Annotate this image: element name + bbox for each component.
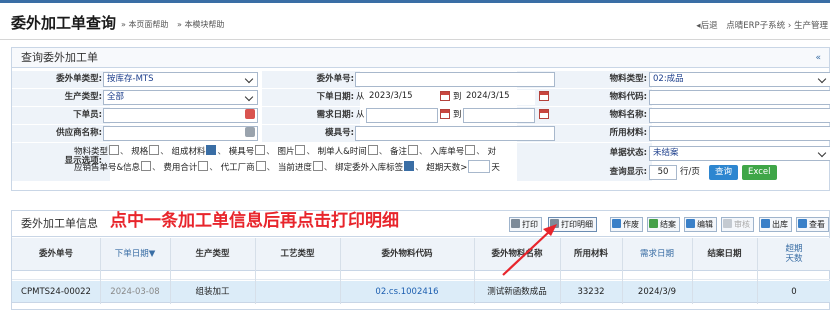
material-code-label: 物料代码: bbox=[609, 92, 647, 102]
order-type-select[interactable]: 按库存-MTS bbox=[103, 72, 258, 87]
excel-button[interactable]: Excel bbox=[742, 165, 777, 180]
edit-icon bbox=[686, 219, 695, 228]
collapse-icon[interactable]: « bbox=[815, 48, 821, 68]
used-material-input[interactable] bbox=[649, 126, 830, 141]
query-panel-title: 查询委外加工单 « bbox=[12, 48, 829, 68]
order-date-from-label: 从 bbox=[356, 92, 365, 102]
close-case-icon bbox=[649, 219, 658, 228]
view-button[interactable]: 查看 bbox=[796, 217, 829, 232]
page-unit-label: 行/页 bbox=[680, 167, 700, 177]
material-type-label: 物料类型: bbox=[609, 74, 647, 84]
order-date-label: 下单日期: bbox=[316, 92, 354, 102]
cell-material-code[interactable]: 02.cs.1002416 bbox=[340, 281, 474, 303]
order-date-to-label: 到 bbox=[453, 92, 462, 102]
result-panel: 委外加工单信息 点中一条加工单信息后再点击打印明细 打印 打印明细 作废 结案 … bbox=[11, 210, 830, 310]
result-panel-title: 委外加工单信息 bbox=[21, 217, 98, 230]
help-module-link[interactable]: » 本模块帮助 bbox=[177, 19, 224, 30]
query-row-2: 生产类型: 全部 下单日期: 从 2023/3/15 到 2024/3/15 物… bbox=[12, 89, 830, 106]
material-name-label: 物料名称: bbox=[609, 110, 647, 120]
material-type-select[interactable]: 02:成品 bbox=[649, 72, 830, 87]
used-material-label: 所用材料: bbox=[609, 128, 647, 138]
back-link[interactable]: ◂后退 bbox=[696, 21, 717, 31]
demand-date-to-label: 到 bbox=[453, 110, 462, 120]
supplier-input[interactable] bbox=[103, 126, 258, 141]
cell-order-no[interactable]: CPMTS24-00022 bbox=[12, 281, 100, 303]
query-display-label: 查询显示: bbox=[609, 167, 647, 177]
demand-date-from-input[interactable] bbox=[366, 108, 438, 123]
material-code-input[interactable] bbox=[649, 90, 830, 105]
cell-demand-date: 2024/3/9 bbox=[637, 287, 677, 297]
status-row: 单据状态: 未结案 bbox=[12, 145, 830, 162]
order-date-from-input[interactable]: 2023/3/15 bbox=[366, 90, 438, 105]
void-icon bbox=[612, 219, 621, 228]
column-header-process-type[interactable]: 工艺类型 bbox=[255, 238, 340, 271]
outbound-icon bbox=[761, 219, 770, 228]
production-type-select[interactable]: 全部 bbox=[103, 90, 258, 105]
column-header-overdue-days[interactable]: 超期天数 bbox=[757, 238, 830, 271]
query-row-1: 委外单类型: 按库存-MTS 委外单号: 物料类型: 02:成品 bbox=[12, 71, 830, 88]
help-page-link[interactable]: » 本页面帮助 bbox=[121, 19, 168, 30]
query-display-row: 查询显示: 50 行/页 查询 Excel bbox=[12, 164, 830, 181]
production-type-label: 生产类型: bbox=[64, 92, 102, 102]
printer-icon bbox=[511, 219, 520, 228]
view-icon bbox=[798, 219, 807, 228]
calendar-icon[interactable] bbox=[440, 91, 450, 101]
column-header-demand-date[interactable]: 需求日期 bbox=[622, 238, 692, 271]
creator-label: 下单员: bbox=[73, 110, 102, 120]
annotation-text: 点中一条加工单信息后再点击打印明细 bbox=[110, 211, 399, 231]
column-header-material-code[interactable]: 委外物料代码 bbox=[340, 238, 474, 271]
void-button[interactable]: 作废 bbox=[610, 217, 643, 232]
audit-button[interactable]: 审核 bbox=[721, 217, 754, 232]
outbound-button[interactable]: 出库 bbox=[759, 217, 792, 232]
table-row[interactable]: CPMTS24-00022 2024-03-08 组装加工 02.cs.1002… bbox=[12, 281, 830, 303]
column-header-used-material[interactable]: 所用材料 bbox=[560, 238, 622, 271]
cell-used-material: 33232 bbox=[577, 287, 605, 297]
print-button[interactable]: 打印 bbox=[509, 217, 542, 232]
page-header: 委外加工单查询 » 本页面帮助 » 本模块帮助 ◂后退 点晴ERP子系统 › 生… bbox=[0, 3, 830, 40]
query-row-3: 下单员: 需求日期: 从 到 物料名称: bbox=[12, 107, 830, 124]
clear-icon[interactable] bbox=[245, 109, 255, 119]
demand-date-from-label: 从 bbox=[356, 110, 365, 120]
query-panel: 查询委外加工单 « 委外单类型: 按库存-MTS 委外单号: 物料类型: 02:… bbox=[11, 47, 830, 191]
printer-icon bbox=[550, 219, 559, 228]
cell-production-type: 组装加工 bbox=[195, 287, 230, 297]
status-select[interactable]: 未结案 bbox=[649, 146, 830, 161]
order-type-label: 委外单类型: bbox=[56, 74, 102, 84]
status-label: 单据状态: bbox=[609, 148, 647, 158]
close-case-button[interactable]: 结案 bbox=[647, 217, 680, 232]
supplier-label: 供应商名称: bbox=[56, 128, 102, 138]
table-header: 委外单号 下单日期▼ 生产类型 工艺类型 委外物料代码 委外物料名称 所用材料 … bbox=[12, 238, 830, 271]
supplier-picker-icon[interactable] bbox=[245, 127, 255, 137]
print-detail-button[interactable]: 打印明细 bbox=[548, 217, 597, 232]
column-header-order-no[interactable]: 委外单号 bbox=[12, 238, 100, 271]
breadcrumb-path[interactable]: 点晴ERP子系统 › 生产管理 bbox=[726, 21, 828, 31]
audit-icon bbox=[723, 219, 732, 228]
edit-button[interactable]: 编辑 bbox=[684, 217, 717, 232]
cell-order-date: 2024-03-08 bbox=[110, 287, 160, 297]
cell-close-date bbox=[692, 281, 757, 303]
query-row-4: 供应商名称: 模具号: 所用材料: bbox=[12, 125, 830, 142]
column-header-material-name[interactable]: 委外物料名称 bbox=[474, 238, 560, 271]
column-header-production-type[interactable]: 生产类型 bbox=[170, 238, 255, 271]
template-label: 模具号: bbox=[325, 128, 354, 138]
page-size-input[interactable]: 50 bbox=[649, 165, 677, 180]
cell-material-name: 测试新函数成品 bbox=[487, 287, 547, 297]
column-header-close-date[interactable]: 结案日期 bbox=[692, 238, 757, 271]
table-filter-row bbox=[12, 271, 830, 280]
query-button[interactable]: 查询 bbox=[709, 165, 739, 180]
page-title: 委外加工单查询 bbox=[11, 14, 117, 32]
material-name-input[interactable] bbox=[649, 108, 830, 123]
demand-date-label: 需求日期: bbox=[316, 110, 354, 120]
order-no-label: 委外单号: bbox=[316, 74, 354, 84]
cell-overdue-days: 0 bbox=[791, 287, 797, 297]
column-header-order-date[interactable]: 下单日期▼ bbox=[100, 238, 170, 271]
calendar-icon[interactable] bbox=[440, 109, 450, 119]
result-panel-header: 委外加工单信息 点中一条加工单信息后再点击打印明细 打印 打印明细 作废 结案 … bbox=[12, 211, 829, 237]
query-panel-title-text: 查询委外加工单 bbox=[21, 51, 98, 64]
creator-input[interactable] bbox=[103, 108, 258, 123]
breadcrumb: ◂后退 点晴ERP子系统 › 生产管理 bbox=[696, 19, 828, 31]
cell-process-type bbox=[255, 281, 340, 303]
